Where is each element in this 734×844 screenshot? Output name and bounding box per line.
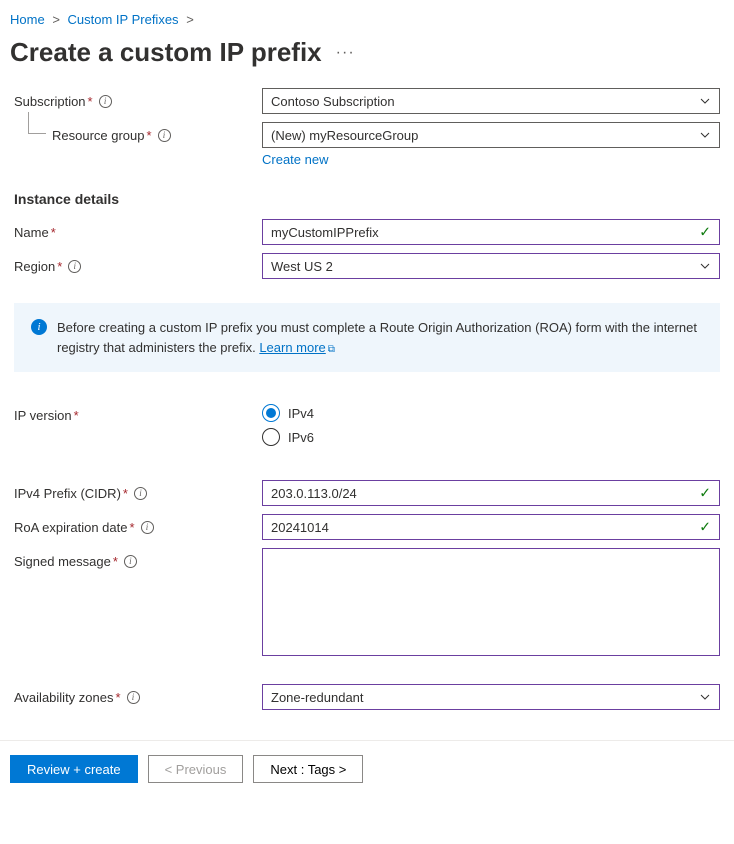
info-icon[interactable]: i — [124, 555, 137, 568]
radio-unselected-icon — [262, 428, 280, 446]
breadcrumb: Home > Custom IP Prefixes > — [0, 0, 734, 33]
info-icon[interactable]: i — [134, 487, 147, 500]
required-icon: * — [123, 486, 128, 501]
ipv4-prefix-input[interactable]: 203.0.113.0/24 ✓ — [262, 480, 720, 506]
resource-group-select[interactable]: (New) myResourceGroup — [262, 122, 720, 148]
chevron-down-icon — [699, 691, 711, 703]
required-icon: * — [129, 520, 134, 535]
footer-bar: Review + create < Previous Next : Tags > — [0, 740, 734, 797]
checkmark-icon: ✓ — [699, 224, 711, 241]
required-icon: * — [147, 128, 152, 143]
region-value: West US 2 — [271, 259, 333, 274]
name-label: Name — [14, 225, 49, 240]
signed-message-label: Signed message — [14, 554, 111, 569]
ipv6-radio[interactable]: IPv6 — [262, 428, 720, 446]
more-actions-icon[interactable]: ··· — [336, 44, 355, 62]
roa-expiration-label: RoA expiration date — [14, 520, 127, 535]
roa-expiration-value: 20241014 — [271, 520, 329, 535]
checkmark-icon: ✓ — [699, 485, 711, 502]
page-title: Create a custom IP prefix — [10, 37, 322, 68]
create-new-link[interactable]: Create new — [262, 152, 328, 167]
required-icon: * — [51, 225, 56, 240]
required-icon: * — [57, 259, 62, 274]
checkmark-icon: ✓ — [699, 519, 711, 536]
previous-button[interactable]: < Previous — [148, 755, 244, 783]
ipv4-label: IPv4 — [288, 406, 314, 421]
chevron-down-icon — [699, 260, 711, 272]
chevron-down-icon — [699, 129, 711, 141]
chevron-right-icon: > — [52, 12, 60, 27]
required-icon: * — [113, 554, 118, 569]
region-select[interactable]: West US 2 — [262, 253, 720, 279]
required-icon: * — [88, 94, 93, 109]
page-header: Create a custom IP prefix ··· — [0, 33, 734, 88]
review-create-button[interactable]: Review + create — [10, 755, 138, 783]
ipv4-prefix-label: IPv4 Prefix (CIDR) — [14, 486, 121, 501]
availability-zones-value: Zone-redundant — [271, 690, 364, 705]
chevron-down-icon — [699, 95, 711, 107]
subscription-select[interactable]: Contoso Subscription — [262, 88, 720, 114]
external-link-icon: ⧉ — [328, 344, 335, 355]
breadcrumb-parent[interactable]: Custom IP Prefixes — [68, 12, 179, 27]
ip-version-label: IP version — [14, 408, 72, 423]
learn-more-link[interactable]: Learn more — [259, 340, 325, 355]
resource-group-label: Resource group — [52, 128, 145, 143]
roa-expiration-input[interactable]: 20241014 ✓ — [262, 514, 720, 540]
breadcrumb-home[interactable]: Home — [10, 12, 45, 27]
resource-group-value: (New) myResourceGroup — [271, 128, 418, 143]
ipv4-prefix-value: 203.0.113.0/24 — [271, 486, 357, 501]
info-icon: i — [31, 319, 47, 335]
ipv4-radio[interactable]: IPv4 — [262, 404, 720, 422]
region-label: Region — [14, 259, 55, 274]
instance-details-header: Instance details — [14, 191, 720, 207]
info-icon[interactable]: i — [99, 95, 112, 108]
info-box-text: Before creating a custom IP prefix you m… — [57, 320, 697, 355]
info-icon[interactable]: i — [68, 260, 81, 273]
subscription-label: Subscription — [14, 94, 86, 109]
required-icon: * — [115, 690, 120, 705]
name-value: myCustomIPPrefix — [271, 225, 379, 240]
tree-indent-icon — [28, 112, 46, 134]
info-icon[interactable]: i — [127, 691, 140, 704]
availability-zones-select[interactable]: Zone-redundant — [262, 684, 720, 710]
name-input[interactable]: myCustomIPPrefix ✓ — [262, 219, 720, 245]
next-button[interactable]: Next : Tags > — [253, 755, 363, 783]
info-icon[interactable]: i — [158, 129, 171, 142]
subscription-value: Contoso Subscription — [271, 94, 395, 109]
signed-message-textarea[interactable] — [262, 548, 720, 656]
info-icon[interactable]: i — [141, 521, 154, 534]
chevron-right-icon: > — [186, 12, 194, 27]
info-box: i Before creating a custom IP prefix you… — [14, 303, 720, 372]
availability-zones-label: Availability zones — [14, 690, 113, 705]
required-icon: * — [74, 408, 79, 423]
radio-selected-icon — [262, 404, 280, 422]
ipv6-label: IPv6 — [288, 430, 314, 445]
